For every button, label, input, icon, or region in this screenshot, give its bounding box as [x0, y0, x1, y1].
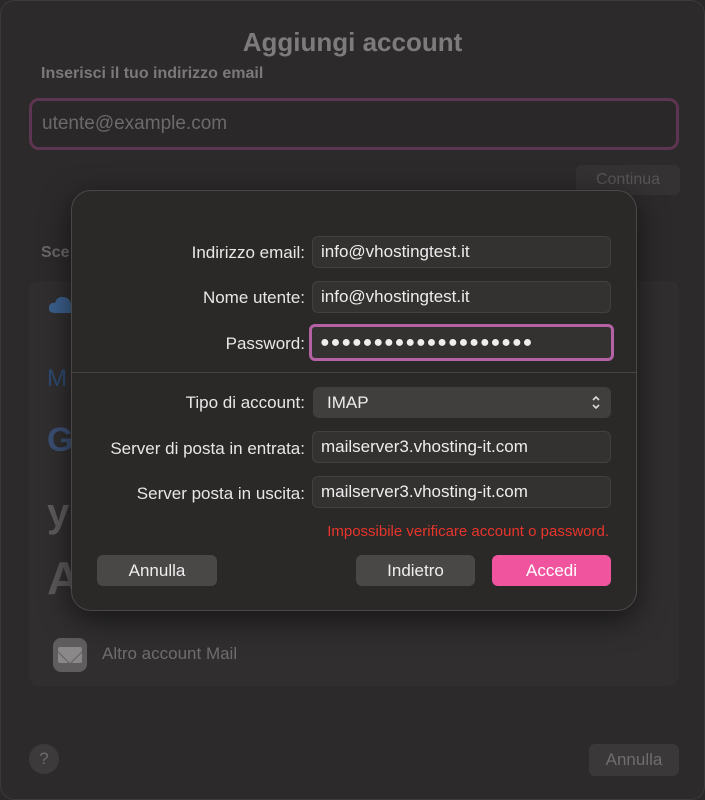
- outgoing-server-label: Server posta in uscita:: [136, 484, 305, 503]
- cancel-button[interactable]: Annulla: [97, 555, 217, 586]
- other-mail-account-item[interactable]: Altro account Mail: [102, 644, 237, 664]
- provider-y[interactable]: y: [47, 491, 69, 536]
- chevron-up-down-icon: [591, 387, 601, 429]
- username-field[interactable]: info@vhostingtest.it: [312, 281, 611, 313]
- email-prompt-label: Inserisci il tuo indirizzo email: [41, 65, 264, 82]
- error-message: Impossibile verificare account o passwor…: [327, 523, 609, 540]
- username-label: Nome utente:: [202, 288, 305, 307]
- window-cancel-button[interactable]: Annulla: [589, 744, 679, 776]
- help-button[interactable]: ?: [29, 744, 59, 774]
- section-divider: [72, 372, 636, 373]
- password-label: Password:: [225, 334, 305, 353]
- account-type-select[interactable]: IMAP: [313, 387, 611, 418]
- email-label: Indirizzo email:: [191, 243, 305, 262]
- back-button[interactable]: Indietro: [356, 555, 475, 586]
- account-type-label: Tipo di account:: [185, 393, 305, 412]
- email-field[interactable]: info@vhostingtest.it: [312, 236, 611, 268]
- incoming-server-label: Server di posta in entrata:: [110, 439, 305, 458]
- account-login-sheet: Indirizzo email: info@vhostingtest.it No…: [71, 190, 637, 611]
- choose-provider-label: Sce: [41, 244, 70, 261]
- password-field[interactable]: ●●●●●●●●●●●●●●●●●●●●: [309, 324, 614, 361]
- email-input[interactable]: utente@example.com: [29, 98, 679, 150]
- window-title: Aggiungi account: [242, 27, 463, 57]
- mail-envelope-icon: [53, 638, 87, 672]
- provider-m[interactable]: M: [47, 365, 67, 393]
- login-button[interactable]: Accedi: [492, 555, 611, 586]
- outgoing-server-field[interactable]: mailserver3.vhosting-it.com: [312, 476, 611, 508]
- account-type-value: IMAP: [327, 393, 369, 412]
- provider-g[interactable]: G: [47, 421, 73, 460]
- incoming-server-field[interactable]: mailserver3.vhosting-it.com: [312, 431, 611, 463]
